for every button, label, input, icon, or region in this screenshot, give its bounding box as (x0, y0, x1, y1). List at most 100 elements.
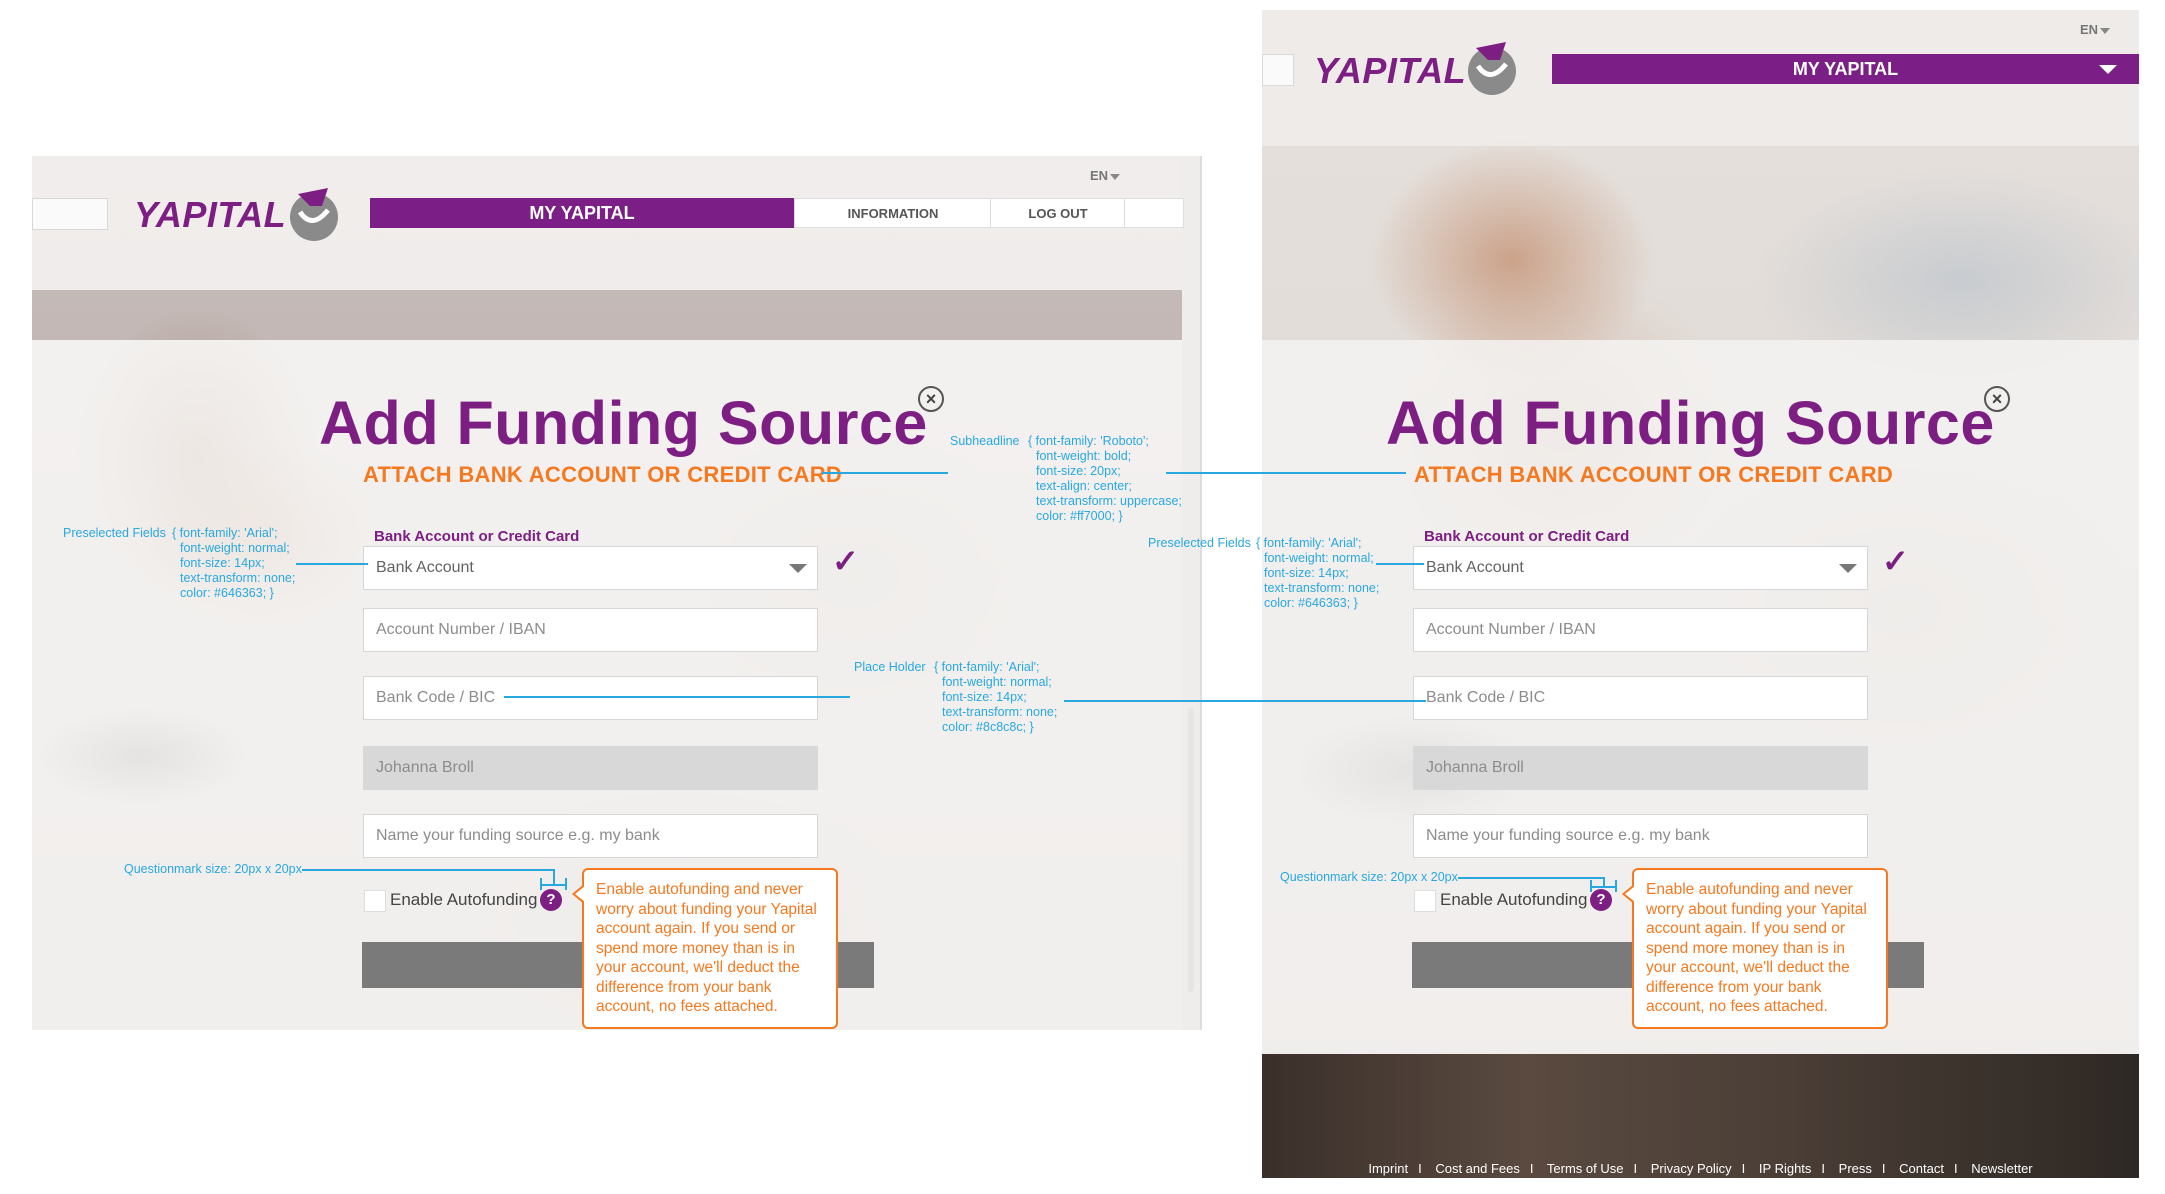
nav-logout-label: LOG OUT (1028, 205, 1088, 221)
funding-type-value: Bank Account (376, 559, 474, 576)
nav-information[interactable]: INFORMATION (794, 198, 992, 228)
language-selector[interactable]: EN (1090, 168, 1121, 183)
footer-link-cost-and-fees[interactable]: Cost and Fees (1435, 1161, 1520, 1176)
annotation-line (504, 696, 850, 698)
tooltip-arrow-inner (575, 886, 585, 902)
scrollbar[interactable] (1188, 708, 1194, 992)
chevron-down-icon (789, 564, 807, 573)
logo-mark-icon (290, 188, 338, 241)
footer: Imprint I Cost and Fees I Terms of Use I Pr… (1262, 1054, 2139, 1178)
annotation-line (540, 878, 542, 890)
footer-link-privacy[interactable]: Privacy Policy (1651, 1161, 1732, 1176)
funding-type-value: Bank Account (1426, 559, 1524, 576)
spec-line: text-align: center; (1036, 479, 1132, 493)
nav-my-yapital-label: MY YAPITAL (529, 202, 635, 223)
spec-line: text-transform: none; (1264, 581, 1380, 595)
footer-link-contact[interactable]: Contact (1899, 1161, 1944, 1176)
select-label: Bank Account or Credit Card (1424, 528, 1630, 545)
footer-separator: I (1741, 1161, 1746, 1176)
chevron-down-icon (2100, 27, 2111, 34)
nav-my-yapital[interactable]: MY YAPITAL (370, 198, 794, 228)
nav-information-label: INFORMATION (847, 205, 939, 221)
autofunding-label: Enable Autofunding (1440, 890, 1588, 909)
footer-link-newsletter[interactable]: Newsletter (1971, 1161, 2032, 1176)
chevron-down-icon (1110, 173, 1121, 180)
menu-box[interactable] (32, 198, 108, 230)
tablet-frame: EN YAPITAL MY YAPITAL × Add Funding Sour… (1262, 10, 2139, 1178)
tooltip-arrow-inner (1625, 886, 1635, 902)
spec-line: font-size: 14px; (942, 690, 1027, 704)
footer-link-terms[interactable]: Terms of Use (1547, 1161, 1624, 1176)
autofunding-label: Enable Autofunding (390, 890, 538, 909)
annotation-subheadline-spec: { font-family: 'Roboto'; font-weight: bo… (1028, 434, 1182, 524)
spec-line: { font-family: 'Roboto'; (1028, 434, 1149, 448)
nav-logout[interactable]: LOG OUT (990, 198, 1126, 228)
funding-source-name-input[interactable]: Name your funding source e.g. my bank (363, 814, 818, 858)
footer-separator: I (1418, 1161, 1422, 1176)
annotation-line (1615, 880, 1617, 892)
funding-type-select[interactable]: Bank Account (363, 546, 818, 590)
annotation-line (1590, 880, 1592, 892)
page-title: Add Funding Source (1386, 389, 1995, 457)
autofunding-checkbox[interactable] (364, 890, 386, 912)
annotation-placeholder-label: Place Holder (854, 660, 926, 674)
spec-line: color: #8c8c8c; } (942, 720, 1034, 734)
bank-code-input[interactable]: Bank Code / BIC (363, 676, 818, 720)
spec-line: text-transform: uppercase; (1036, 494, 1182, 508)
help-icon[interactable]: ? (1590, 889, 1612, 911)
funding-source-name-input[interactable]: Name your funding source e.g. my bank (1413, 814, 1868, 858)
footer-link-ip-rights[interactable]: IP Rights (1759, 1161, 1812, 1176)
annotation-preselected-label: Preselected Fields (1148, 536, 1251, 550)
spec-line: font-weight: normal; (180, 541, 290, 555)
language-label: EN (2080, 22, 2099, 37)
logo-text: YAPITAL (1314, 50, 1467, 91)
account-number-input[interactable]: Account Number / IBAN (363, 608, 818, 652)
annotation-line (1458, 877, 1604, 879)
logo[interactable]: YAPITAL (134, 194, 286, 236)
autofunding-tooltip: Enable autofunding and never worry about… (1622, 868, 1888, 1029)
nav-my-yapital[interactable]: MY YAPITAL (1552, 54, 2139, 84)
spec-line: color: #ff7000; } (1036, 509, 1123, 523)
account-number-input[interactable]: Account Number / IBAN (1413, 608, 1868, 652)
checkmark-icon: ✓ (832, 543, 859, 579)
annotation-line (296, 563, 368, 565)
annotation-preselected-spec: { font-family: 'Arial'; font-weight: nor… (1256, 536, 1379, 611)
annotation-preselected-label: Preselected Fields (63, 526, 166, 540)
autofunding-checkbox[interactable] (1414, 890, 1436, 912)
menu-box[interactable] (1262, 54, 1294, 86)
account-holder-field: Johanna Broll (1413, 746, 1868, 790)
page-title: Add Funding Source (319, 389, 928, 457)
funding-type-select[interactable]: Bank Account (1413, 546, 1868, 590)
language-label: EN (1090, 168, 1109, 183)
spec-line: font-size: 20px; (1036, 464, 1121, 478)
footer-link-imprint[interactable]: Imprint (1368, 1161, 1408, 1176)
annotation-line (1166, 472, 1406, 474)
annotation-line (553, 869, 555, 885)
spec-line: font-size: 14px; (1264, 566, 1349, 580)
logo-mark-icon (1468, 42, 1516, 95)
help-icon[interactable]: ? (540, 889, 562, 911)
footer-separator: I (1529, 1161, 1534, 1176)
spec-line: font-weight: bold; (1036, 449, 1132, 463)
spec-line: { font-family: 'Arial'; (1256, 536, 1362, 550)
annotation-line (1590, 886, 1616, 888)
footer-separator: I (1821, 1161, 1826, 1176)
footer-links: Imprint I Cost and Fees I Terms of Use I Pr… (1262, 1161, 2139, 1176)
annotation-line (1064, 700, 1426, 702)
page-subtitle: ATTACH BANK ACCOUNT OR CREDIT CARD (363, 462, 843, 487)
nav-my-yapital-label: MY YAPITAL (1792, 58, 1899, 79)
logo[interactable]: YAPITAL (1314, 50, 1466, 92)
annotation-line (822, 472, 948, 474)
annotation-questionmark: Questionmark size: 20px x 20px (124, 862, 302, 876)
footer-link-press[interactable]: Press (1839, 1161, 1872, 1176)
footer-separator: I (1881, 1161, 1886, 1176)
bank-code-input[interactable]: Bank Code / BIC (1413, 676, 1868, 720)
language-selector[interactable]: EN (2080, 22, 2111, 37)
chevron-down-icon (1839, 564, 1857, 573)
annotation-preselected-spec: { font-family: 'Arial'; font-weight: nor… (172, 526, 295, 601)
spec-line: font-weight: normal; (942, 675, 1052, 689)
nav-spacer (1124, 198, 1184, 228)
annotation-line (1376, 563, 1424, 565)
annotation-questionmark: Questionmark size: 20px x 20px (1280, 870, 1458, 884)
spec-line: font-size: 14px; (180, 556, 265, 570)
